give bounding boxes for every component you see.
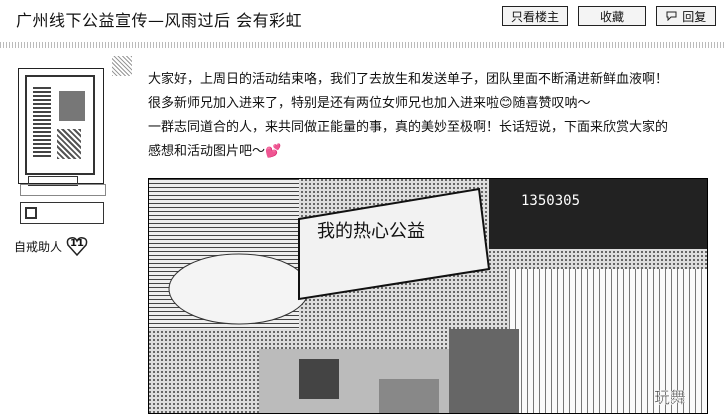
avatar[interactable]	[18, 68, 104, 184]
heart-badge-icon: 11	[66, 235, 88, 257]
post-paragraph: 感想和活动图片吧～💕	[148, 144, 282, 159]
thread-header: 广州线下公益宣传—风雨过后 会有彩虹 只看楼主 收藏 回复	[0, 0, 724, 42]
photo-sign-text: 我的热心公益	[317, 221, 425, 242]
author-sidebar: 自戒助人 11	[0, 48, 140, 414]
post-content: 大家好，上周日的活动结束咯，我们了去放生和发送单子，团队里面不断涌进新鲜血液啊！…	[148, 48, 718, 414]
user-level-box	[20, 202, 104, 224]
post-paragraph: 大家好，上周日的活动结束咯，我们了去放生和发送单子，团队里面不断涌进新鲜血液啊！	[148, 72, 669, 87]
medal-label: 自戒助人	[14, 239, 63, 254]
thread-title: 广州线下公益宣传—风雨过后 会有彩虹	[16, 11, 303, 30]
reply-icon	[666, 11, 681, 24]
medal-row: 自戒助人 11	[14, 234, 88, 258]
user-rank-bar	[20, 184, 106, 196]
level-icon	[25, 207, 37, 219]
reply-label: 回复	[682, 10, 707, 24]
post-paragraph: 一群志同道合的人，来共同做正能量的事，真的美妙至极啊！长话短说，下面来欣赏大家的	[148, 120, 669, 135]
post-body: 大家好，上周日的活动结束咯，我们了去放生和发送单子，团队里面不断涌进新鲜血液啊！…	[148, 68, 718, 164]
reply-button[interactable]: 回复	[656, 6, 716, 26]
photo-number-text: 1350305	[521, 193, 580, 209]
photo-corner-text: 玩舞	[654, 388, 686, 407]
favorite-button[interactable]: 收藏	[578, 6, 646, 26]
post-paragraph: 很多新师兄加入进来了，特别是还有两位女师兄也加入进来啦😊随喜赞叹呐～	[148, 96, 591, 111]
only-owner-button[interactable]: 只看楼主	[502, 6, 568, 26]
medal-count: 11	[70, 238, 84, 249]
favorite-label: 收藏	[599, 10, 624, 24]
owner-only-label: 只看楼主	[510, 10, 559, 24]
avatar-decoration	[112, 56, 132, 76]
activity-photo[interactable]: 我的热心公益 1350305 玩舞	[148, 178, 708, 414]
